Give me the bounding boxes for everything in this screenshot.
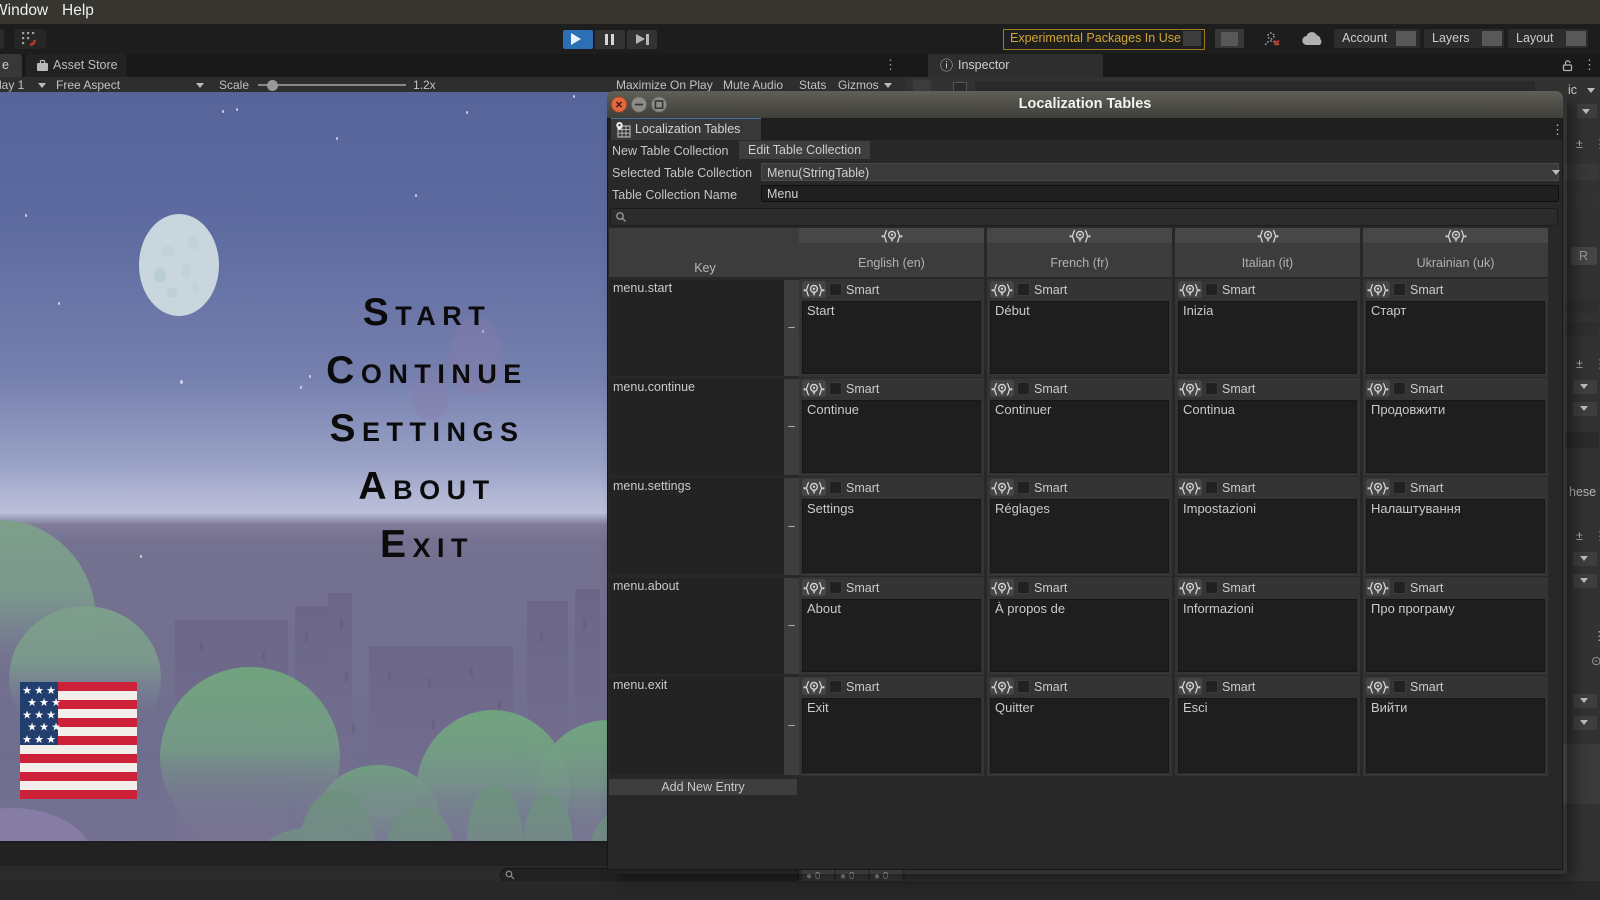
svg-text:★: ★ [46, 734, 56, 746]
svg-text:★: ★ [22, 734, 32, 746]
svg-text:★: ★ [46, 685, 56, 697]
svg-text:★: ★ [27, 697, 37, 709]
svg-text:★: ★ [39, 697, 49, 709]
svg-text:★: ★ [34, 709, 44, 721]
svg-text:★: ★ [22, 685, 32, 697]
svg-text:★: ★ [22, 709, 32, 721]
svg-text:★: ★ [51, 697, 61, 709]
svg-text:★: ★ [39, 722, 49, 734]
svg-text:★: ★ [34, 734, 44, 746]
svg-text:★: ★ [27, 722, 37, 734]
svg-text:★: ★ [46, 709, 56, 721]
svg-text:★: ★ [34, 685, 44, 697]
svg-text:★: ★ [51, 722, 61, 734]
